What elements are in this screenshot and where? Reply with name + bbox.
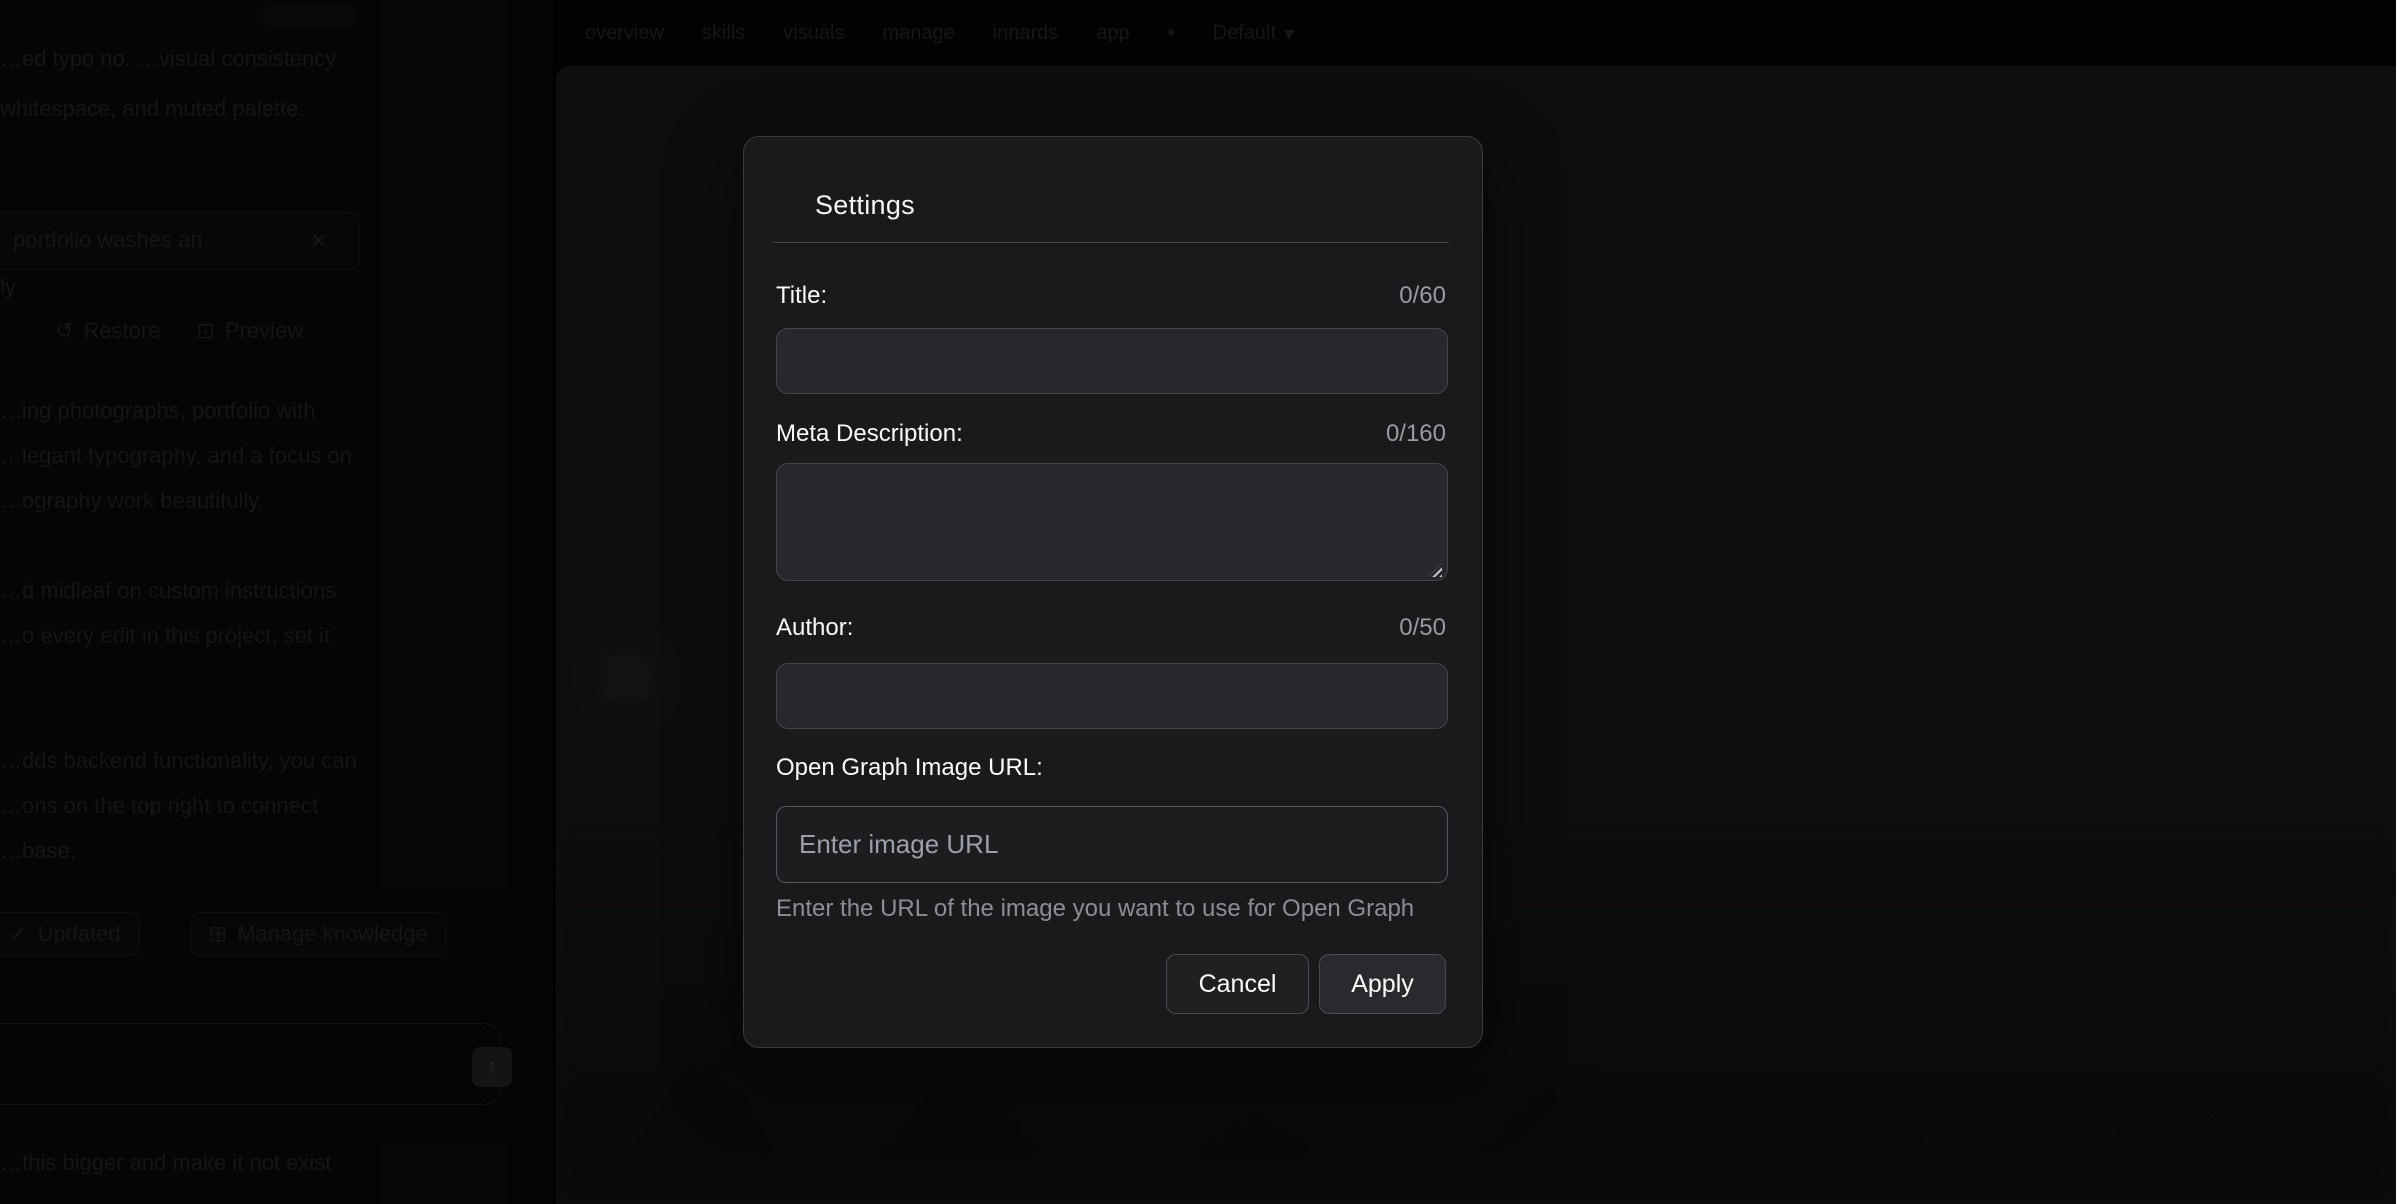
title-label: Title: xyxy=(776,281,827,311)
og-image-url-helper: Enter the URL of the image you want to u… xyxy=(776,895,1448,923)
app-root: …ed typo no. …visual consistency whitesp… xyxy=(0,0,2396,1204)
og-image-url-label: Open Graph Image URL: xyxy=(776,753,1043,783)
meta-description-label: Meta Description: xyxy=(776,419,963,449)
title-input[interactable] xyxy=(776,328,1448,394)
apply-button[interactable]: Apply xyxy=(1319,954,1446,1014)
author-input[interactable] xyxy=(776,663,1448,729)
og-image-url-input[interactable] xyxy=(776,806,1448,883)
author-label: Author: xyxy=(776,613,853,643)
dialog-title: Settings xyxy=(815,190,915,221)
dialog-divider xyxy=(773,242,1449,243)
meta-description-counter: 0/160 xyxy=(1386,419,1446,449)
meta-description-textarea[interactable] xyxy=(776,463,1448,581)
settings-dialog: Settings Title: 0/60 Meta Description: 0… xyxy=(743,136,1483,1048)
author-counter: 0/50 xyxy=(1399,613,1446,643)
cancel-button[interactable]: Cancel xyxy=(1166,954,1309,1014)
title-counter: 0/60 xyxy=(1399,281,1446,311)
